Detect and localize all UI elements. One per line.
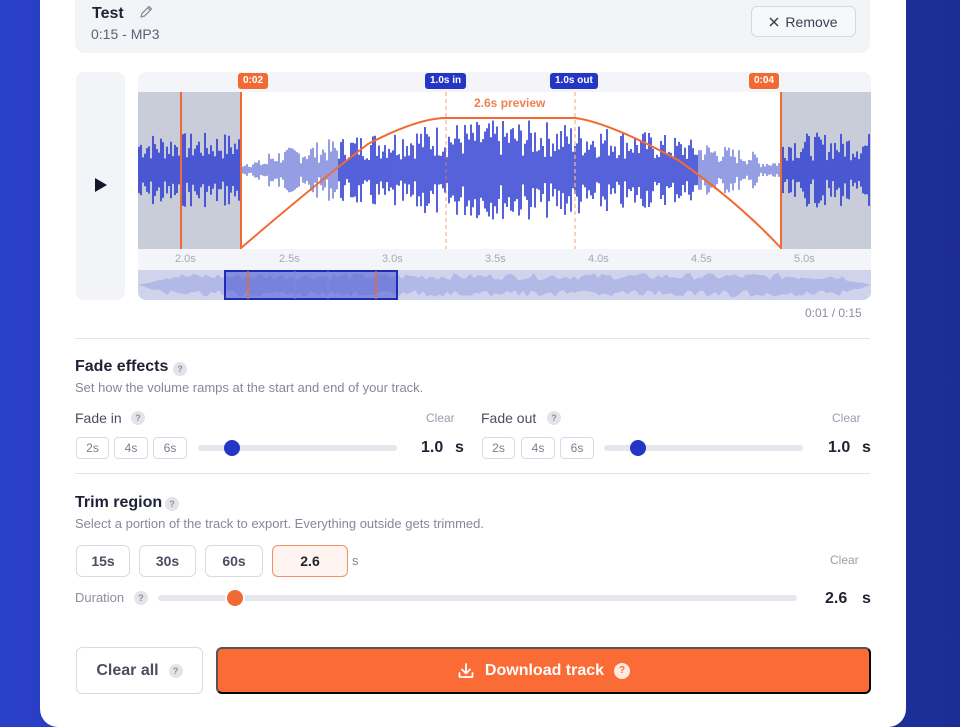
track-name: Test [92, 5, 124, 22]
fade-section-title: Fade effects [75, 358, 169, 375]
timeline-tick: 2.5s [279, 253, 300, 265]
fade-section-description: Set how the volume ramps at the start an… [75, 380, 424, 395]
trim-preset-15s[interactable]: 15s [76, 545, 130, 577]
pencil-icon[interactable] [138, 4, 154, 20]
remove-label: Remove [785, 13, 838, 30]
close-icon [769, 16, 779, 27]
download-icon [458, 662, 474, 678]
divider [75, 473, 870, 474]
divider [75, 338, 870, 339]
timeline-tick: 3.5s [485, 253, 506, 265]
download-label: Download track [484, 661, 605, 679]
clear-all-button[interactable]: Clear all ? [76, 647, 203, 694]
fade-out-preset-4s[interactable]: 4s [521, 437, 555, 459]
fade-in-label: Fade in [75, 410, 122, 426]
trim-custom-unit: s [352, 553, 359, 568]
trim-start-marker[interactable]: 0:02 [238, 73, 269, 89]
fade-in-clear[interactable]: Clear [426, 411, 455, 425]
play-icon[interactable] [94, 177, 108, 193]
timeline-tick: 2.0s [175, 253, 196, 265]
remove-button[interactable]: Remove [751, 6, 856, 37]
timeline-tick: 3.0s [382, 253, 403, 265]
preview-label: 2.6s preview [474, 96, 546, 110]
timeline-tick: 5.0s [794, 253, 815, 265]
fade-out-slider-knob[interactable] [629, 440, 646, 456]
trim-preset-30s[interactable]: 30s [139, 545, 196, 577]
overview-window [224, 270, 398, 300]
fade-out-value: 1.0 [828, 439, 851, 456]
help-icon[interactable]: ? [165, 497, 179, 511]
trim-end-marker[interactable]: 0:04 [749, 73, 780, 89]
clear-all-label: Clear all [96, 661, 159, 679]
fade-out-preset-6s[interactable]: 6s [560, 437, 594, 459]
help-icon[interactable]: ? [173, 362, 187, 376]
duration-value: 2.6 [825, 590, 848, 607]
trim-custom-input[interactable]: 2.6 [272, 545, 348, 577]
trim-section-description: Select a portion of the track to export.… [75, 516, 484, 531]
fade-in-preset-4s[interactable]: 4s [114, 437, 148, 459]
fade-out-label: Fade out [481, 410, 537, 426]
trim-section-title: Trim region [75, 494, 163, 511]
help-icon[interactable]: ? [547, 411, 561, 425]
duration-unit: s [862, 590, 871, 607]
time-readout: 0:01 / 0:15 [805, 306, 862, 320]
fade-out-marker[interactable]: 1.0s out [550, 73, 598, 89]
duration-slider-knob[interactable] [226, 590, 243, 606]
timeline-tick: 4.5s [691, 253, 712, 265]
fade-in-value: 1.0 [421, 439, 444, 456]
fade-out-unit: s [862, 439, 871, 456]
trim-preset-60s[interactable]: 60s [205, 545, 263, 577]
fade-in-marker[interactable]: 1.0s in [425, 73, 467, 89]
fade-in-preset-6s[interactable]: 6s [153, 437, 187, 459]
fade-in-preset-2s[interactable]: 2s [76, 437, 109, 459]
trim-clear[interactable]: Clear [830, 553, 859, 567]
track-meta: 0:15 - MP3 [91, 26, 160, 42]
timeline-tick: 4.0s [588, 253, 609, 265]
help-icon[interactable]: ? [614, 662, 631, 679]
fade-in-unit: s [455, 439, 464, 456]
fade-out-preset-2s[interactable]: 2s [482, 437, 515, 459]
help-icon[interactable]: ? [134, 591, 148, 605]
help-icon[interactable]: ? [131, 411, 145, 425]
fade-in-slider-knob[interactable] [223, 440, 240, 456]
fade-out-clear[interactable]: Clear [832, 411, 861, 425]
help-icon[interactable]: ? [168, 663, 183, 678]
duration-label: Duration [75, 590, 125, 605]
duration-slider[interactable] [158, 595, 797, 601]
download-track-button[interactable]: Download track ? [216, 647, 871, 694]
